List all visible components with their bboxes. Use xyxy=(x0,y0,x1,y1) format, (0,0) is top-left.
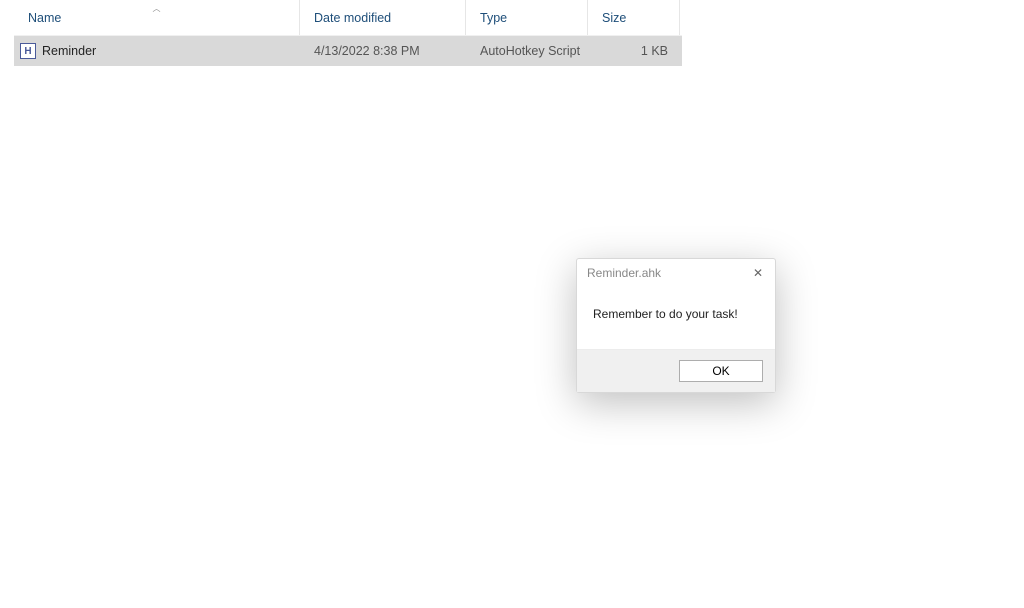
file-list: Name ︿ Date modified Type Size H Reminde… xyxy=(14,0,682,66)
file-type-cell: AutoHotkey Script xyxy=(466,44,588,58)
dialog-title: Reminder.ahk xyxy=(587,266,661,280)
message-dialog: Reminder.ahk ✕ Remember to do your task!… xyxy=(576,258,776,393)
file-name-text: Reminder xyxy=(42,44,96,58)
file-date-cell: 4/13/2022 8:38 PM xyxy=(300,44,466,58)
column-header-type[interactable]: Type xyxy=(466,0,588,35)
dialog-footer: OK xyxy=(577,349,775,392)
column-header-name[interactable]: Name ︿ xyxy=(14,0,300,35)
column-header-name-label: Name xyxy=(28,11,61,25)
close-icon[interactable]: ✕ xyxy=(749,264,767,282)
sort-ascending-icon: ︿ xyxy=(153,3,161,14)
column-headers: Name ︿ Date modified Type Size xyxy=(14,0,682,36)
dialog-titlebar[interactable]: Reminder.ahk ✕ xyxy=(577,259,775,287)
autohotkey-file-icon: H xyxy=(20,43,36,59)
column-header-size[interactable]: Size xyxy=(588,0,680,35)
column-header-date-label: Date modified xyxy=(314,11,391,25)
file-size-cell: 1 KB xyxy=(588,44,680,58)
column-header-size-label: Size xyxy=(602,11,626,25)
file-row[interactable]: H Reminder 4/13/2022 8:38 PM AutoHotkey … xyxy=(14,36,682,66)
file-name-cell: H Reminder xyxy=(14,43,300,59)
column-header-type-label: Type xyxy=(480,11,507,25)
column-header-date[interactable]: Date modified xyxy=(300,0,466,35)
dialog-message: Remember to do your task! xyxy=(577,287,775,349)
ok-button[interactable]: OK xyxy=(679,360,763,382)
